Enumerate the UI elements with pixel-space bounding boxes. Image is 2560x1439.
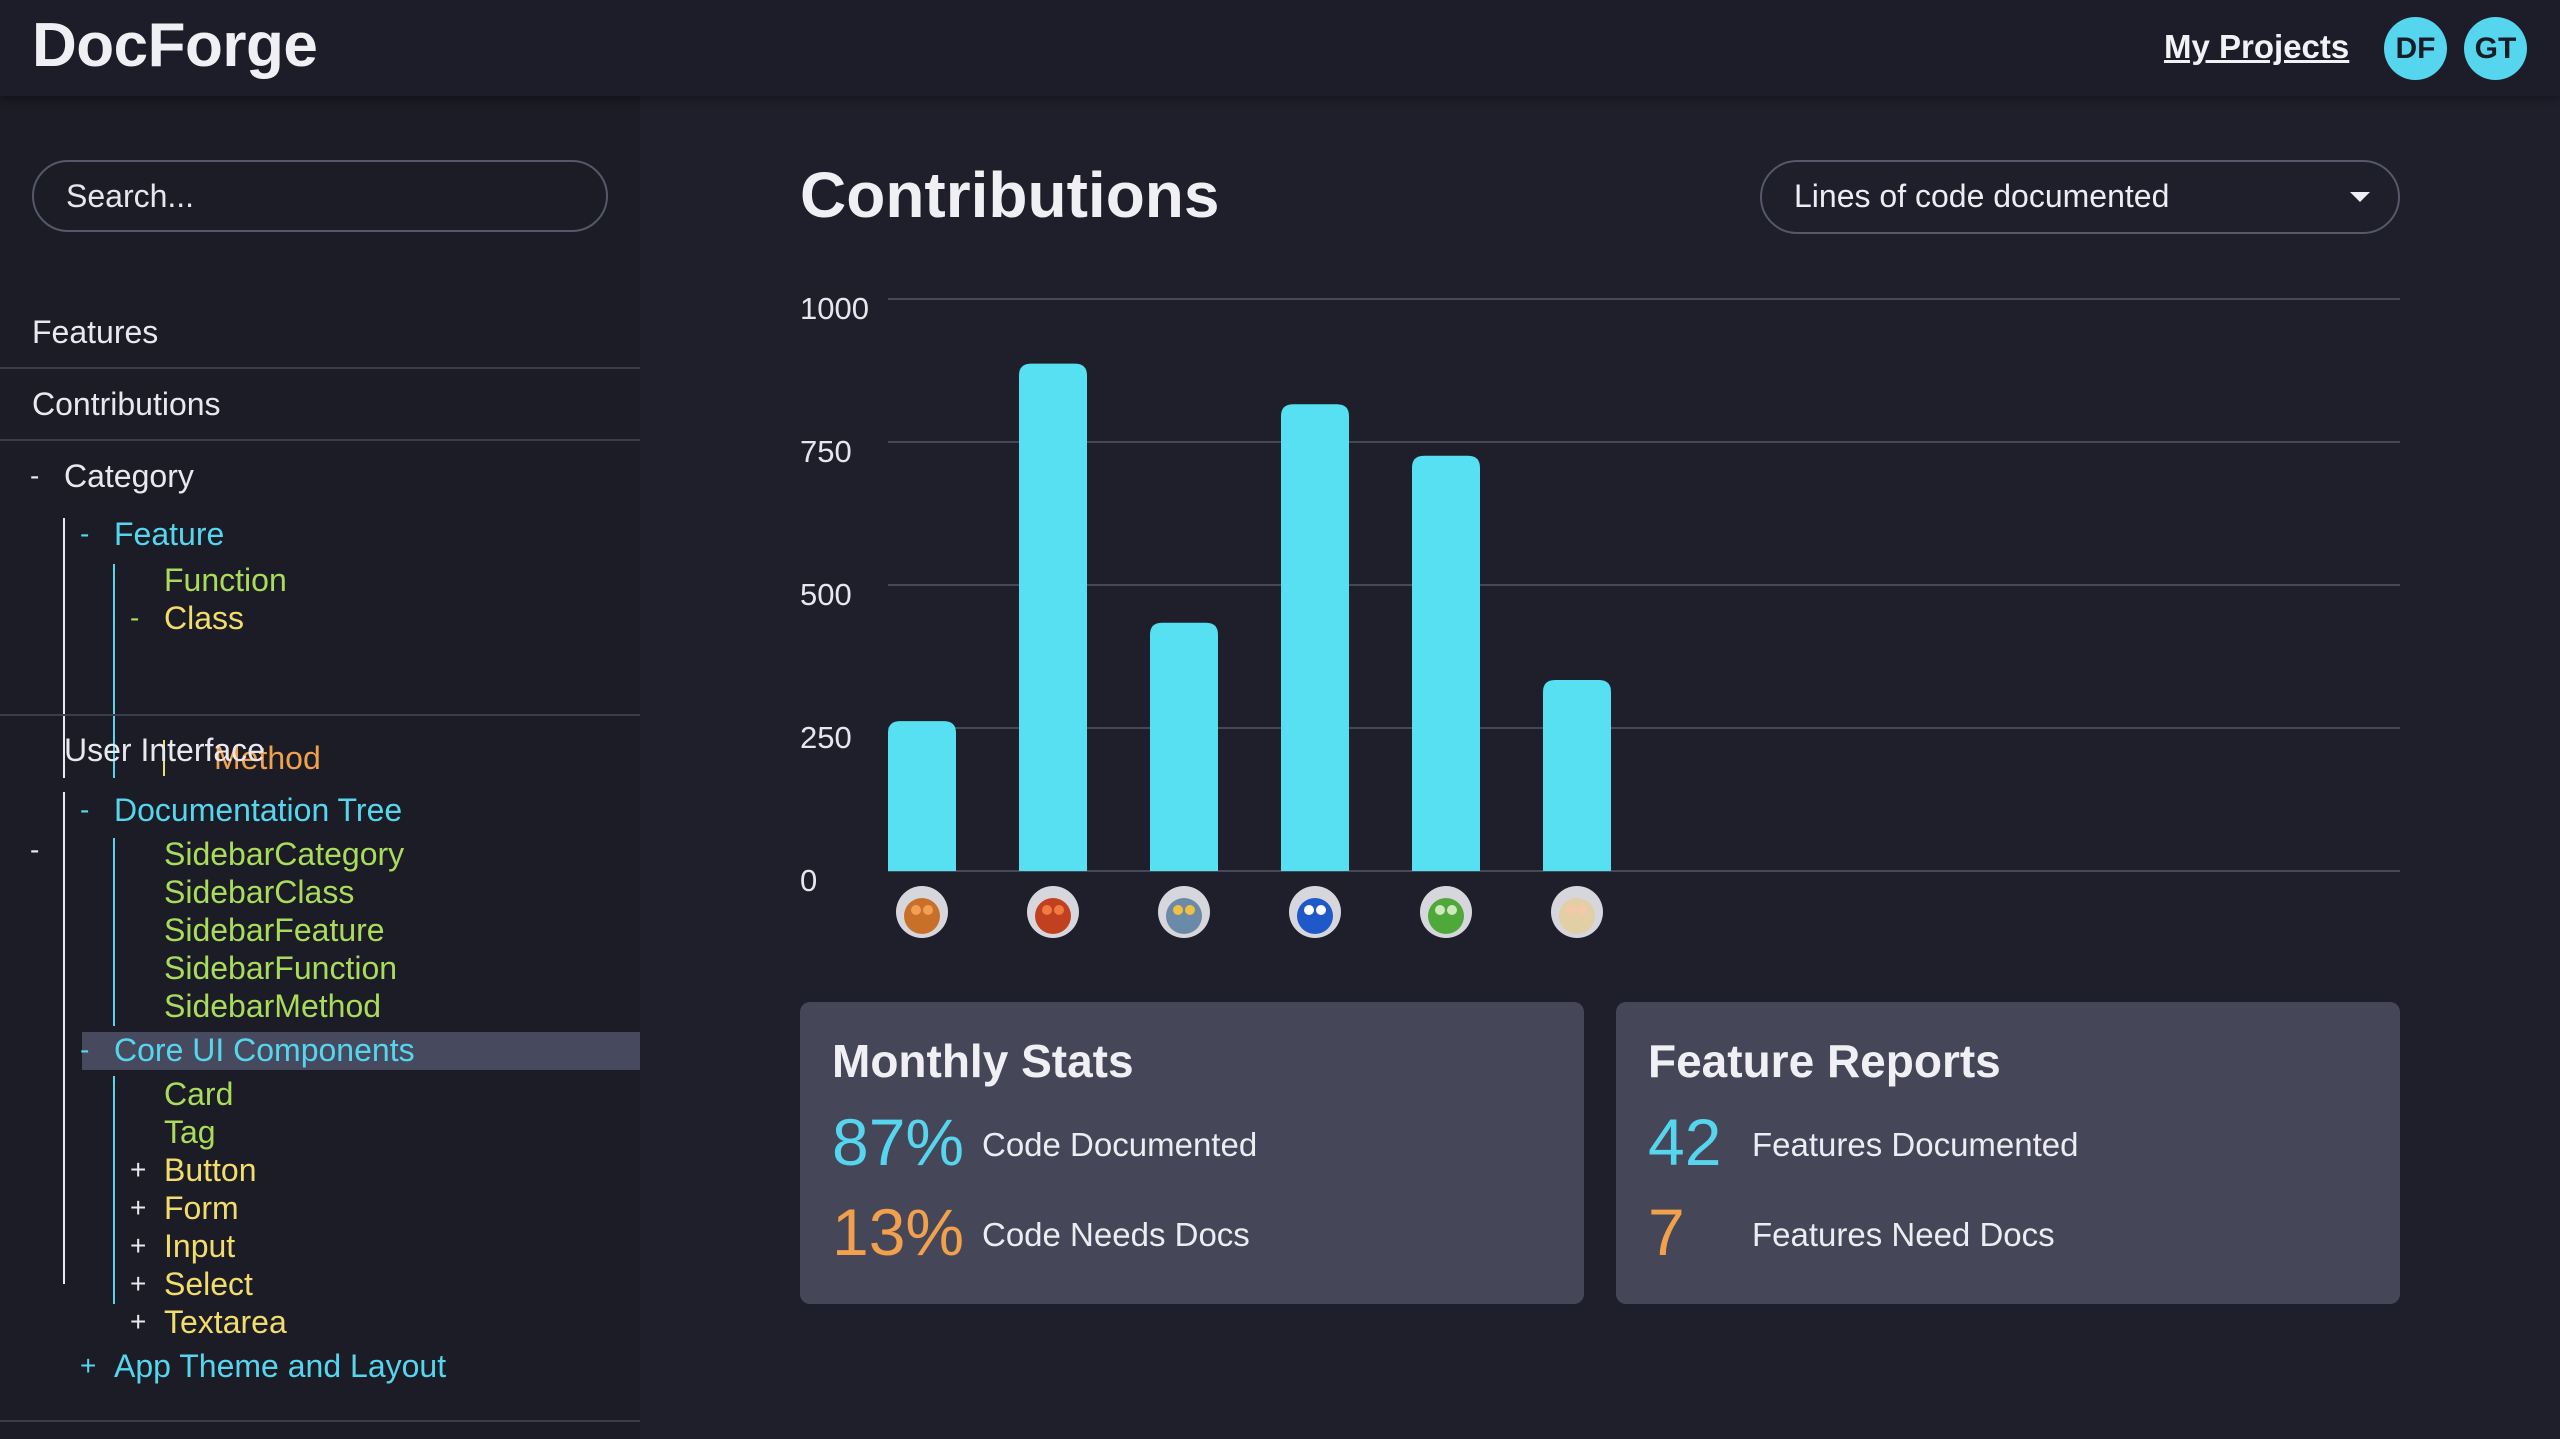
blonde-pig-puppet-avatar-eye <box>1566 905 1576 915</box>
chart-bar[interactable] <box>1412 455 1480 871</box>
chart-bar[interactable] <box>1281 404 1349 871</box>
blue-bird-puppet-avatar-eye <box>1173 905 1183 915</box>
blonde-pig-puppet-avatar-face <box>1559 898 1595 934</box>
tree-toggle-input[interactable]: + <box>130 1230 146 1262</box>
tree-toggle-button[interactable]: + <box>130 1154 146 1186</box>
my-projects-link[interactable]: My Projects <box>2164 28 2349 66</box>
tree-item-tag[interactable]: Tag <box>164 1114 216 1151</box>
chart-bar[interactable] <box>1019 363 1087 871</box>
user-avatar-gt[interactable]: GT <box>2464 17 2527 80</box>
contributions-chart: 0 250 500 750 1000 <box>800 291 2400 938</box>
orange-puppet-avatar-eye <box>923 905 933 915</box>
green-frog-puppet-avatar-eye <box>1447 905 1457 915</box>
tree-item-select[interactable]: Select <box>164 1266 253 1303</box>
tree-item-input[interactable]: Input <box>164 1228 235 1265</box>
green-frog-puppet-avatar-face <box>1428 898 1464 934</box>
divider <box>0 1420 640 1422</box>
app-header: DocForge My Projects DF GT <box>0 0 2560 96</box>
blue-bird-puppet-avatar-eye <box>1185 905 1195 915</box>
y-tick-label: 0 <box>800 863 817 898</box>
stat-label-features-need-docs: Features Need Docs <box>1752 1216 2055 1253</box>
y-tick-label: 500 <box>800 577 852 612</box>
stat-value-features-documented: 42 <box>1648 1105 1722 1179</box>
monthly-stats-card: Monthly Stats 87% Code Documented 13% Co… <box>800 1002 1584 1304</box>
tree-toggle-textarea[interactable]: + <box>130 1306 146 1338</box>
stat-value-needs-docs: 13% <box>832 1195 965 1269</box>
blue-bird-puppet-avatar-face <box>1166 898 1202 934</box>
stat-value-features-need-docs: 7 <box>1648 1195 1685 1269</box>
red-haired-puppet-avatar-face <box>1035 898 1071 934</box>
red-haired-puppet-avatar-eye <box>1054 905 1064 915</box>
card-title: Monthly Stats <box>832 1035 1134 1087</box>
blue-monster-puppet-avatar-eye <box>1304 905 1314 915</box>
tree-item-textarea[interactable]: Textarea <box>164 1304 287 1341</box>
tree-toggle-core-ui-components[interactable]: - <box>80 1034 89 1066</box>
tree-toggle-form[interactable]: + <box>130 1192 146 1224</box>
app-logo[interactable]: DocForge <box>32 10 318 81</box>
orange-puppet-avatar-face <box>904 898 940 934</box>
feature-reports-card: Feature Reports 42 Features Documented 7… <box>1616 1002 2400 1304</box>
y-tick-label: 250 <box>800 720 852 755</box>
y-tick-label: 750 <box>800 434 852 469</box>
stat-value-documented: 87% <box>832 1105 965 1179</box>
stat-label-documented: Code Documented <box>982 1126 1258 1163</box>
tree-item-form[interactable]: Form <box>164 1190 239 1227</box>
chart-bar[interactable] <box>1150 622 1218 871</box>
tree-item-app-theme-and-layout[interactable]: App Theme and Layout <box>114 1348 446 1385</box>
tree-item-button[interactable]: Button <box>164 1152 257 1189</box>
red-haired-puppet-avatar-eye <box>1042 905 1052 915</box>
blonde-pig-puppet-avatar-eye <box>1578 905 1588 915</box>
user-avatar-df[interactable]: DF <box>2384 17 2447 80</box>
stat-label-features-documented: Features Documented <box>1752 1126 2079 1163</box>
tree-guide-line <box>113 1076 115 1304</box>
y-tick-label: 1000 <box>800 291 869 326</box>
blue-monster-puppet-avatar-face <box>1297 898 1333 934</box>
tree-item-sidebar-method[interactable]: SidebarMethod <box>164 988 381 1025</box>
blue-monster-puppet-avatar-eye <box>1316 905 1326 915</box>
chart-bar[interactable] <box>888 721 956 871</box>
card-title: Feature Reports <box>1648 1035 2001 1087</box>
chart-bar[interactable] <box>1543 679 1611 871</box>
green-frog-puppet-avatar-eye <box>1435 905 1445 915</box>
tree-toggle-app-theme[interactable]: + <box>80 1350 96 1382</box>
stat-label-needs-docs: Code Needs Docs <box>982 1216 1250 1253</box>
orange-puppet-avatar-eye <box>911 905 921 915</box>
tree-item-card[interactable]: Card <box>164 1076 233 1113</box>
tree-toggle-select[interactable]: + <box>130 1268 146 1300</box>
tree-item-core-ui-components[interactable]: Core UI Components <box>114 1032 415 1069</box>
